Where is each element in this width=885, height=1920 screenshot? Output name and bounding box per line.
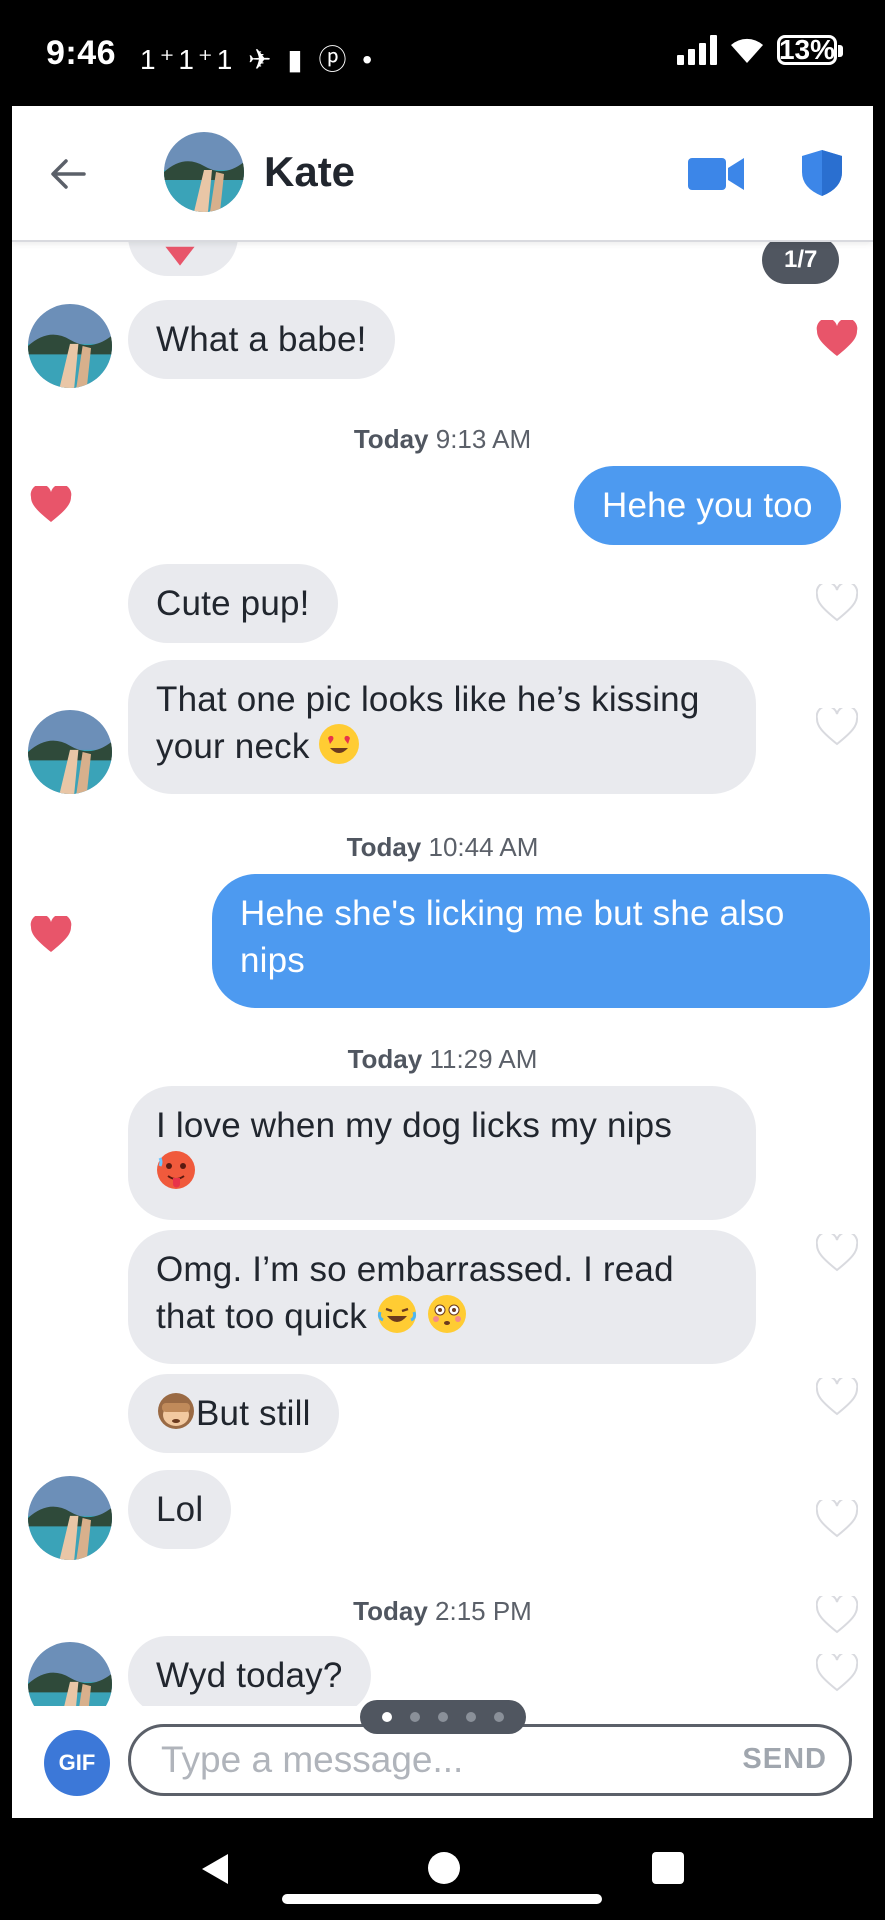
video-call-icon[interactable]: [688, 154, 744, 194]
message-received[interactable]: Wyd today?: [128, 1636, 371, 1715]
heart-outline-icon[interactable]: [816, 1654, 858, 1692]
message-received[interactable]: Omg. I’m so embarrassed. I read that too…: [128, 1230, 756, 1364]
message-input[interactable]: [161, 1735, 701, 1785]
contact-avatar[interactable]: [28, 710, 112, 794]
message-received[interactable]: Cute pup!: [128, 564, 338, 643]
status-time: 9:46: [46, 34, 117, 72]
notification-icons: 1⁺1⁺1 ✈ ▮ ⓟ •: [140, 44, 377, 75]
message-input-container: SEND: [128, 1724, 852, 1796]
chat-header: Kate: [12, 106, 873, 242]
timestamp: Today 9:13 AM: [353, 424, 532, 454]
wifi-icon: [730, 38, 763, 63]
flushed-emoji-icon: [427, 1294, 467, 1334]
heart-outline-icon[interactable]: [816, 1378, 858, 1416]
message-sent[interactable]: Hehe you too: [574, 466, 841, 545]
message-received[interactable]: I love when my dog licks my nips: [128, 1086, 756, 1220]
heart-liked-icon[interactable]: [30, 916, 72, 954]
heart-outline-icon[interactable]: [816, 1234, 858, 1272]
gif-button[interactable]: GIF: [44, 1730, 110, 1796]
contact-name[interactable]: Kate: [264, 148, 355, 196]
message-text: But still: [196, 1394, 311, 1433]
message-text-line: nips: [240, 941, 306, 980]
message-received[interactable]: What a babe!: [128, 300, 395, 379]
heart-outline-icon[interactable]: [816, 708, 858, 746]
photo-counter-badge: 1/7: [762, 236, 840, 284]
contact-avatar[interactable]: [28, 304, 112, 388]
timestamp: Today 11:29 AM: [347, 1044, 538, 1074]
see-no-evil-monkey-emoji-icon: [156, 1391, 196, 1431]
heart-outline-icon[interactable]: [816, 1500, 858, 1538]
laughing-crying-emoji-icon: [377, 1294, 417, 1334]
message-received[interactable]: Lol: [128, 1470, 232, 1549]
message-received[interactable]: But still: [128, 1374, 339, 1453]
nav-home-icon[interactable]: [428, 1852, 460, 1884]
phone-screen: 9:46 1⁺1⁺1 ✈ ▮ ⓟ • 13% Kate 1/7 What a b…: [0, 0, 885, 1920]
back-arrow-icon[interactable]: [46, 152, 90, 196]
message-text-line: that too quick: [156, 1297, 367, 1336]
nav-recents-icon[interactable]: [652, 1852, 684, 1884]
heart-liked-icon[interactable]: [30, 486, 72, 524]
send-button[interactable]: SEND: [742, 1743, 827, 1776]
heart-outline-icon[interactable]: [816, 584, 858, 622]
hot-face-emoji-icon: [156, 1150, 196, 1190]
message-text: That one pic looks like he’s kissing you…: [156, 680, 700, 766]
system-navigation-bar: [0, 1818, 885, 1920]
status-bar: 9:46 1⁺1⁺1 ✈ ▮ ⓟ • 13%: [0, 0, 885, 106]
page-indicator: [360, 1700, 526, 1734]
signal-icon: [676, 35, 717, 65]
heart-eyes-emoji-icon: [319, 724, 360, 764]
message-text-line: Omg. I’m so embarrassed. I read: [156, 1250, 674, 1289]
status-right: 13%: [676, 34, 843, 66]
message-received[interactable]: That one pic looks like he’s kissing you…: [128, 660, 756, 794]
heart-icon: [165, 246, 195, 266]
chat-screen: Kate 1/7 What a babe! Today 9:13 AM Hehe…: [12, 106, 873, 1818]
timestamp: Today 10:44 AM: [346, 832, 539, 862]
contact-avatar[interactable]: [164, 132, 244, 212]
gesture-handle[interactable]: [282, 1894, 602, 1904]
message-sent[interactable]: Hehe she's licking me but she also nips: [212, 874, 870, 1008]
heart-liked-icon[interactable]: [816, 320, 858, 358]
battery-icon: [776, 35, 843, 65]
contact-avatar[interactable]: [28, 1476, 112, 1560]
message-text-line: Hehe she's licking me but she also: [240, 894, 785, 933]
timestamp: Today 2:15 PM: [353, 1596, 532, 1626]
nav-back-icon[interactable]: [198, 1852, 232, 1886]
safety-shield-icon[interactable]: [800, 148, 844, 198]
message-text: I love when my dog licks my nips: [156, 1106, 673, 1145]
